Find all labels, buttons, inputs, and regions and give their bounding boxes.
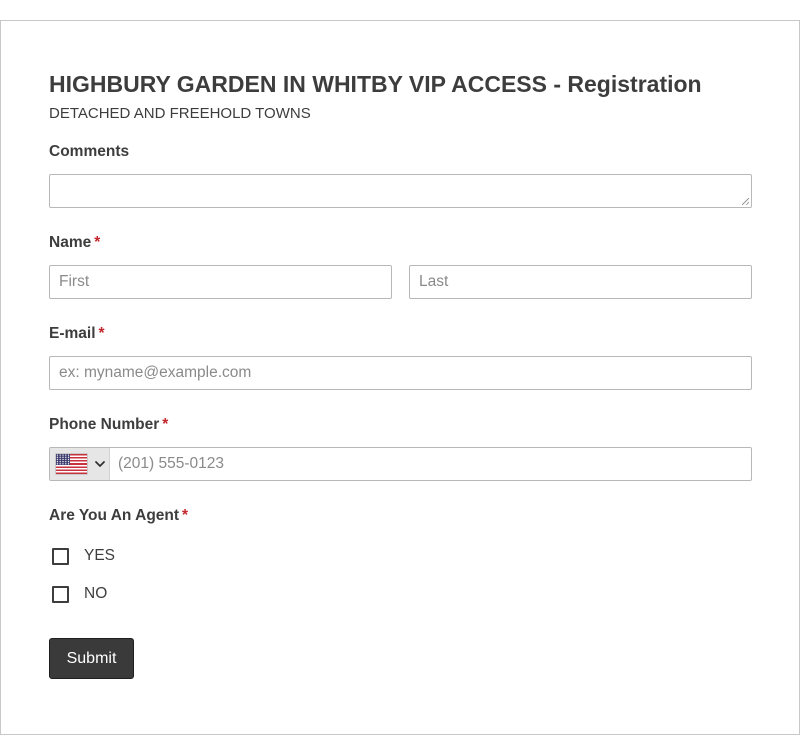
required-asterisk: * — [182, 507, 189, 524]
phone-field — [49, 447, 752, 481]
submit-button[interactable]: Submit — [49, 638, 134, 679]
us-flag-icon — [56, 454, 87, 474]
phone-label-text: Phone Number — [49, 416, 160, 433]
yes-checkbox-label[interactable]: YES — [84, 547, 115, 565]
required-asterisk: * — [94, 234, 101, 251]
required-asterisk: * — [162, 416, 169, 433]
yes-checkbox[interactable] — [52, 547, 69, 565]
chevron-down-icon — [95, 461, 105, 467]
agent-label: Are You An Agent * — [49, 507, 188, 525]
resize-grip-icon[interactable] — [742, 198, 749, 205]
country-code-select[interactable] — [50, 448, 110, 480]
agent-label-text: Are You An Agent — [49, 507, 180, 524]
us-flag-canton — [56, 454, 70, 465]
last-name-input[interactable] — [409, 265, 752, 299]
phone-label: Phone Number * — [49, 416, 168, 434]
comments-label: Comments — [49, 143, 129, 161]
comments-label-text: Comments — [49, 143, 130, 160]
name-label: Name * — [49, 234, 100, 252]
email-label: E-mail * — [49, 325, 105, 343]
agent-option-no[interactable]: NO — [49, 583, 107, 605]
comments-textarea[interactable] — [49, 174, 752, 208]
first-name-input[interactable] — [49, 265, 392, 299]
form-subtitle: DETACHED AND FREEHOLD TOWNS — [49, 105, 311, 122]
phone-input[interactable] — [111, 448, 751, 480]
form-title: HIGHBURY GARDEN IN WHITBY VIP ACCESS - R… — [49, 71, 702, 97]
email-label-text: E-mail — [49, 325, 96, 342]
agent-option-yes[interactable]: YES — [49, 545, 115, 567]
form-frame: HIGHBURY GARDEN IN WHITBY VIP ACCESS - R… — [0, 20, 800, 735]
no-checkbox[interactable] — [52, 585, 69, 603]
required-asterisk: * — [98, 325, 105, 342]
email-input[interactable] — [49, 356, 752, 390]
no-checkbox-label[interactable]: NO — [84, 585, 107, 603]
name-label-text: Name — [49, 234, 92, 251]
